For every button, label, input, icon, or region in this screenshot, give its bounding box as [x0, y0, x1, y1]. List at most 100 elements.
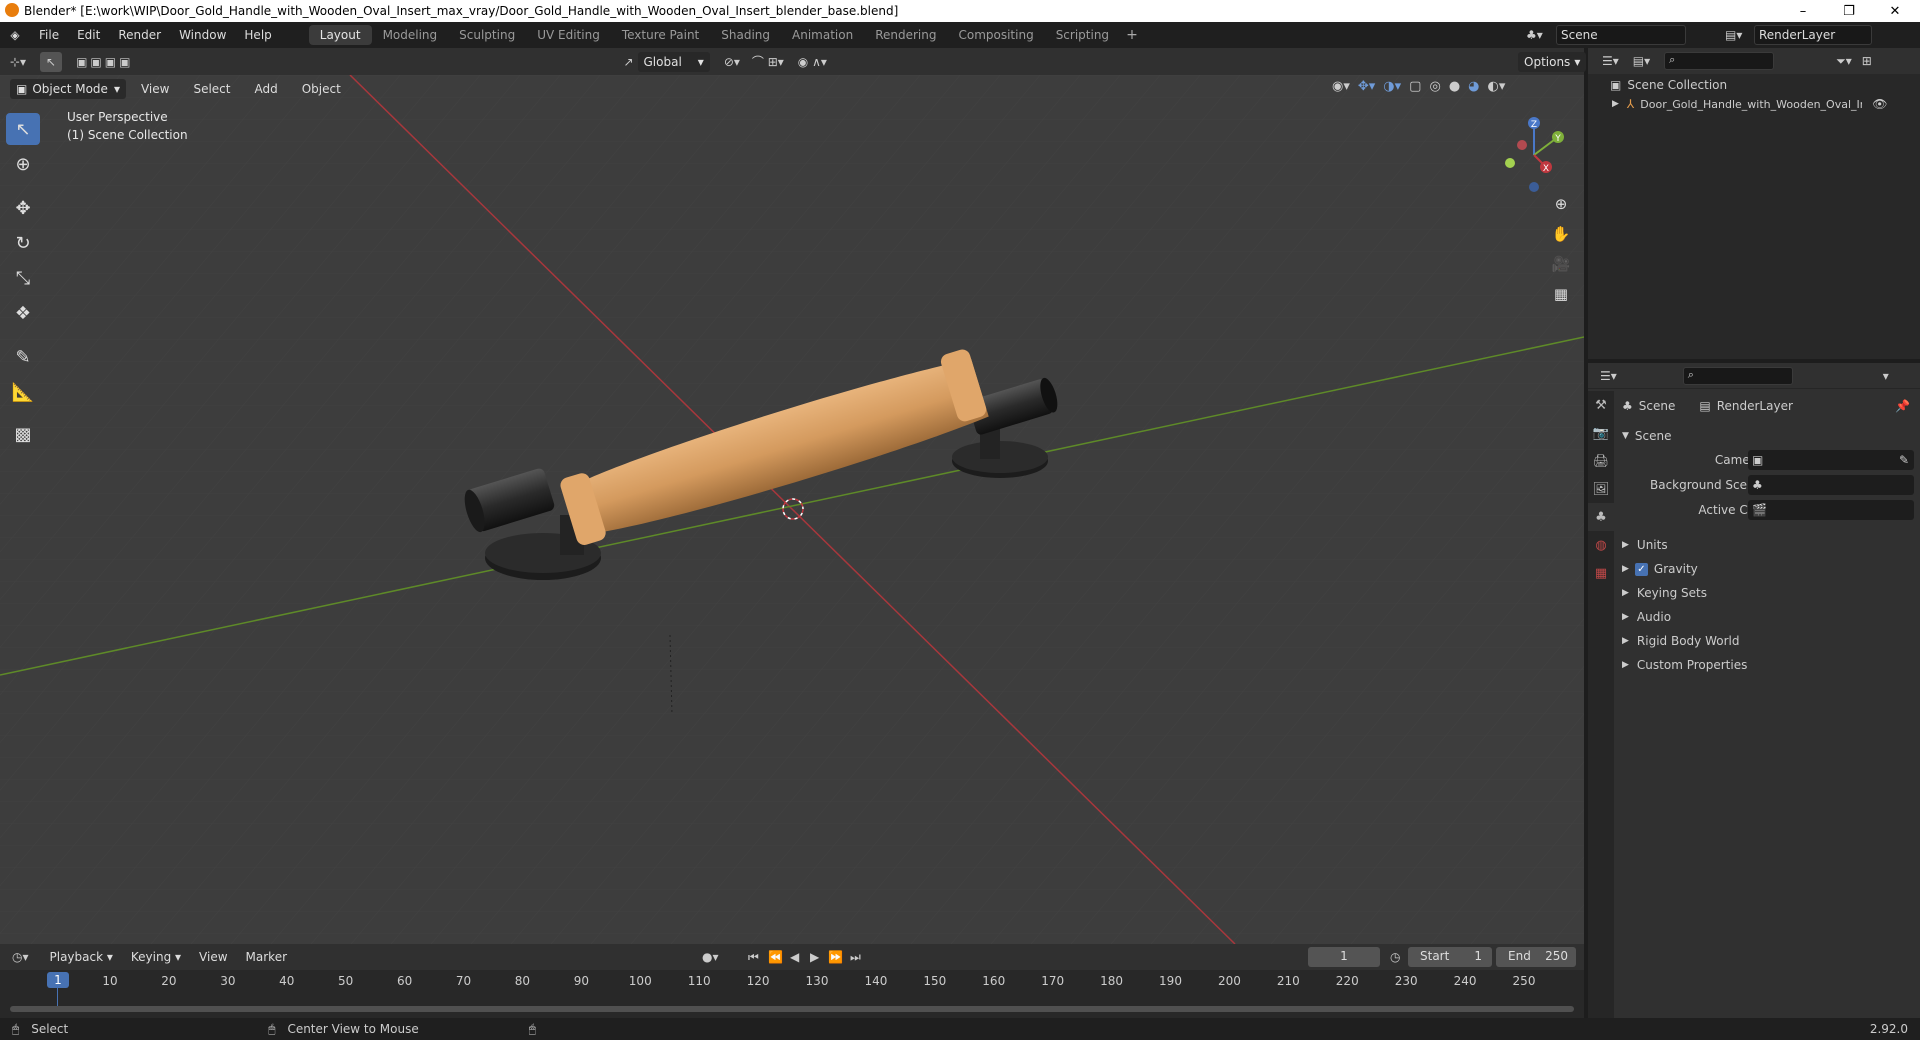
filter-icon[interactable]: ⏷▾ [1836, 54, 1852, 69]
select-box-tool-icon[interactable]: ↖ [6, 113, 40, 145]
viewport-menu-view[interactable]: View [132, 82, 178, 96]
audio-panel[interactable]: ▶ Audio [1614, 606, 1920, 628]
minimize-button[interactable]: – [1780, 0, 1826, 22]
add-cube-tool-icon[interactable]: ▩ [6, 418, 40, 450]
move-tool-icon[interactable]: ✥ [6, 192, 40, 224]
tab-rendering[interactable]: Rendering [864, 25, 947, 45]
menu-window[interactable]: Window [170, 28, 235, 42]
outliner-editor-type-icon[interactable]: ☰▾ [1602, 54, 1619, 68]
renderlayer-icon[interactable]: ▤▾ [1725, 28, 1742, 42]
editor-type-icon[interactable]: ⊹▾ [10, 55, 26, 69]
keying-sets-panel[interactable]: ▶ Keying Sets [1614, 582, 1920, 604]
tab-scripting[interactable]: Scripting [1045, 25, 1120, 45]
timeline-scrollbar[interactable] [10, 1006, 1574, 1012]
rotate-tool-icon[interactable]: ↻ [6, 227, 40, 259]
units-panel[interactable]: ▶ Units [1614, 534, 1920, 556]
timeline-menu-view[interactable]: View [190, 950, 236, 964]
measure-tool-icon[interactable]: 📐 [6, 376, 40, 408]
viewport-menu-object[interactable]: Object [293, 82, 350, 96]
active-clip-field[interactable]: 🎬 [1748, 500, 1914, 520]
rigid-body-world-panel[interactable]: ▶ Rigid Body World [1614, 630, 1920, 652]
texture-tab-icon[interactable]: ▦ [1588, 559, 1614, 587]
timeline-editor-type-icon[interactable]: ◷▾ [12, 950, 29, 964]
scene-tab-icon[interactable]: ♣ [1588, 503, 1614, 531]
navigation-gizmo[interactable]: Z Y X [1494, 115, 1574, 195]
menu-file[interactable]: File [30, 28, 68, 42]
tool-tab-icon[interactable]: ⚒ [1588, 391, 1614, 419]
menu-render[interactable]: Render [109, 28, 170, 42]
xray-icon[interactable]: ▢ [1409, 79, 1421, 94]
camera-field[interactable]: ▣ ✎ [1748, 450, 1914, 470]
frame-ruler[interactable]: 10 20 30 40 50 60 70 80 90 100 110 120 130 140 150 160 1… [0, 970, 1584, 1018]
menu-help[interactable]: Help [235, 28, 280, 42]
zoom-icon[interactable]: ⊕ [1547, 190, 1575, 218]
solid-shading-icon[interactable]: ● [1449, 79, 1460, 94]
scene-icon[interactable]: ♣▾ [1526, 28, 1543, 42]
scene-selector[interactable]: Scene [1556, 25, 1686, 45]
close-button[interactable]: ✕ [1872, 0, 1918, 22]
end-frame-field[interactable]: End 250 [1496, 947, 1576, 967]
renderlayer-selector[interactable]: RenderLayer [1754, 25, 1872, 45]
prev-keyframe-icon[interactable]: ⏪ [768, 950, 783, 964]
eye-icon[interactable]: 👁 [1872, 97, 1887, 111]
scene-section-header[interactable]: ▼ Scene [1614, 425, 1920, 447]
viewport-menu-select[interactable]: Select [184, 82, 239, 96]
timeline-menu-marker[interactable]: Marker [237, 950, 296, 964]
tab-texture-paint[interactable]: Texture Paint [611, 25, 710, 45]
annotate-tool-icon[interactable]: ✎ [6, 341, 40, 373]
play-reverse-icon[interactable]: ◀ [790, 950, 799, 964]
render-tab-icon[interactable]: 📷 [1588, 419, 1614, 447]
tab-layout[interactable]: Layout [308, 25, 372, 45]
expand-arrow-icon[interactable]: ▶ [1612, 99, 1619, 109]
playhead[interactable]: 1 [47, 972, 69, 988]
chevron-down-icon[interactable]: ▾ [1883, 369, 1889, 383]
clock-icon[interactable]: ◷ [1390, 950, 1400, 964]
tab-compositing[interactable]: Compositing [947, 25, 1044, 45]
material-shading-icon[interactable]: ◕ [1468, 79, 1479, 94]
options-dropdown[interactable]: Options ▾ [1518, 51, 1587, 72]
select-tool-icon[interactable]: ↖ [40, 51, 63, 72]
add-workspace-icon[interactable]: + [1120, 27, 1144, 43]
gizmo-toggle-icon[interactable]: ✥▾ [1358, 79, 1375, 94]
transform-orientation-dropdown[interactable]: Global ▾ [637, 51, 710, 72]
object-mode-dropdown[interactable]: ▣ Object Mode ▾ [10, 79, 126, 99]
timeline-menu-playback[interactable]: Playback ▾ [41, 950, 122, 964]
blender-menu-icon[interactable]: ◈ [0, 28, 30, 42]
3d-viewport[interactable]: ▣ Object Mode ▾ View Select Add Object ◉… [0, 75, 1584, 944]
snap-icon[interactable]: ⌒ ⊞▾ [752, 53, 784, 70]
new-collection-icon[interactable]: ⊞ [1862, 54, 1872, 68]
outliner-item[interactable]: ▶ ⅄ Door_Gold_Handle_with_Wooden_Oval_In… [1612, 97, 1912, 111]
tab-uv-editing[interactable]: UV Editing [526, 25, 611, 45]
ortho-grid-icon[interactable]: ▦ [1547, 280, 1575, 308]
outliner-search-input[interactable]: ⌕ [1664, 52, 1775, 70]
display-mode-icon[interactable]: ▤▾ [1633, 54, 1650, 68]
rendered-shading-icon[interactable]: ◐▾ [1488, 79, 1506, 94]
gravity-panel[interactable]: ▶ ✓ Gravity [1614, 558, 1920, 580]
custom-properties-panel[interactable]: ▶ Custom Properties [1614, 654, 1920, 676]
scale-tool-icon[interactable]: ⤡ [6, 262, 40, 294]
pin-icon[interactable]: 📌 [1895, 399, 1910, 413]
properties-search-input[interactable]: ⌕ [1682, 366, 1793, 385]
gravity-checkbox[interactable]: ✓ [1634, 562, 1648, 576]
camera-view-icon[interactable]: 🎥 [1547, 250, 1575, 278]
viewport-menu-add[interactable]: Add [245, 82, 286, 96]
menu-edit[interactable]: Edit [68, 28, 109, 42]
eyedropper-icon[interactable]: ✎ [1899, 450, 1909, 470]
maximize-button[interactable]: ❐ [1826, 0, 1872, 22]
next-keyframe-icon[interactable]: ⏩ [828, 950, 843, 964]
properties-editor-type-icon[interactable]: ☰▾ [1600, 369, 1617, 383]
world-tab-icon[interactable]: ◍ [1588, 531, 1614, 559]
tab-modeling[interactable]: Modeling [372, 25, 449, 45]
wireframe-shading-icon[interactable]: ◎ [1429, 79, 1440, 94]
pivot-icon[interactable]: ⊘▾ [724, 55, 740, 69]
current-frame-field[interactable]: 1 [1308, 947, 1380, 967]
proportional-edit-icon[interactable]: ◉ ∧▾ [798, 55, 827, 69]
visibility-icon[interactable]: ◉▾ [1332, 79, 1350, 94]
jump-start-icon[interactable]: ⏮ [748, 950, 759, 965]
record-icon[interactable]: ●▾ [702, 950, 719, 964]
transform-tool-icon[interactable]: ❖ [6, 297, 40, 329]
jump-end-icon[interactable]: ⏭ [850, 950, 861, 965]
pan-hand-icon[interactable]: ✋ [1547, 220, 1575, 248]
tab-shading[interactable]: Shading [710, 25, 781, 45]
output-tab-icon[interactable]: 🖨 [1588, 447, 1614, 475]
